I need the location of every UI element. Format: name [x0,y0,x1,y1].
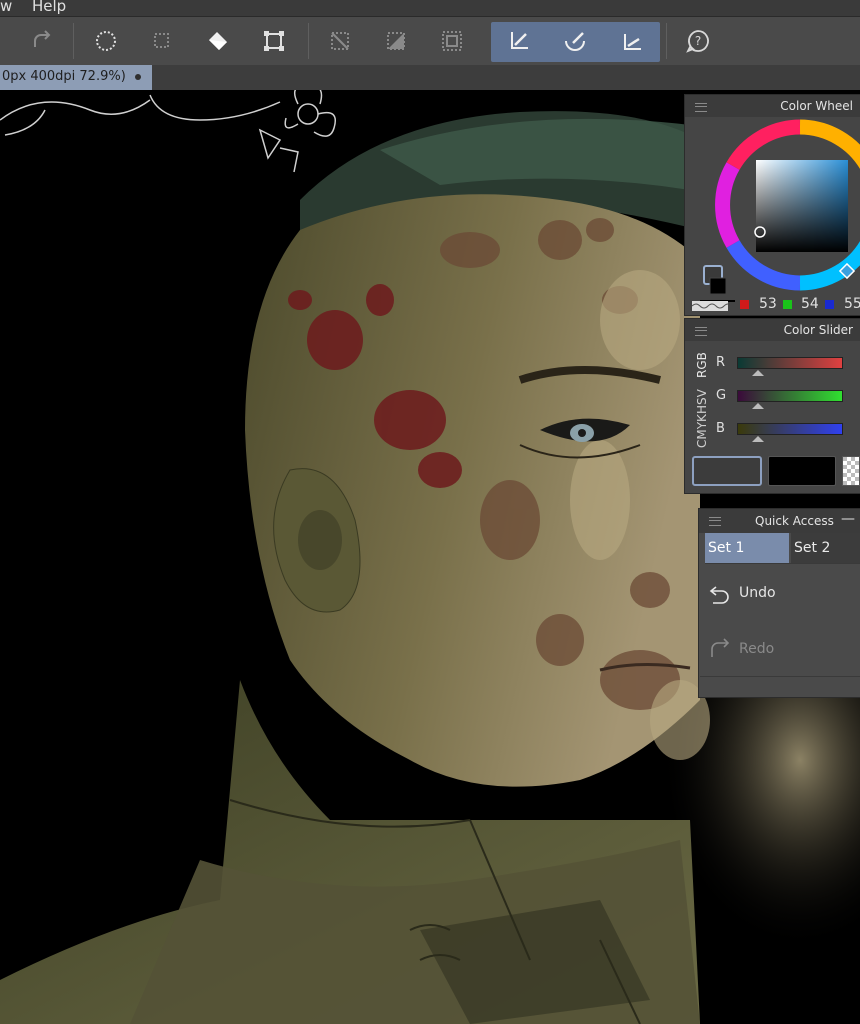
command-toolbar: ? [0,16,860,66]
quick-access-header[interactable]: Quick Access — [699,509,860,533]
green-indicator [783,300,792,309]
red-value[interactable]: 53 [759,296,777,312]
slider-b[interactable] [737,423,843,435]
eraser-tool-icon [624,34,641,50]
slider-label-r: R [716,355,726,370]
brush-tool-button[interactable] [555,22,595,60]
quick-access-title: Quick Access [755,514,834,528]
brush-tool-icon [565,32,585,51]
transparent-color-chip[interactable] [842,456,860,486]
transparent-swatch-icon[interactable] [692,301,728,311]
transform-button[interactable] [254,22,294,60]
pen-tool-button[interactable] [499,22,539,60]
slider-g-handle[interactable] [752,403,764,409]
undo-label: Undo [739,585,776,601]
help-icon: ? [686,30,709,53]
blue-value[interactable]: 55 [844,296,860,312]
color-slider-title: Color Slider [783,323,853,337]
main-color-chip[interactable] [692,456,762,486]
marquee-select-button[interactable] [142,22,182,60]
green-value[interactable]: 54 [801,296,819,312]
slider-g[interactable] [737,390,843,402]
document-tab[interactable]: 0px 400dpi 72.9%) [0,65,152,90]
menu-item-help[interactable]: Help [32,0,66,14]
color-wheel[interactable] [700,112,860,302]
deselect-button[interactable] [320,22,360,60]
selection-marquee-icon [154,33,169,48]
redo-button[interactable] [22,22,62,60]
sub-color-chip[interactable] [768,456,836,486]
menu-item-window[interactable]: w [0,0,12,14]
color-slider-header[interactable]: Color Slider [685,319,860,341]
lasso-select-button[interactable] [86,22,126,60]
frame-border-icon [442,31,462,51]
svg-text:?: ? [695,34,701,48]
panel-grip-icon [709,517,721,526]
eraser-tool-button[interactable] [612,22,652,60]
red-indicator [740,300,749,309]
tab-rgb[interactable]: RGB [695,352,709,378]
minimize-button[interactable]: — [841,507,855,531]
document-tab-label: 0px 400dpi 72.9%) [2,69,126,84]
transform-icon [264,31,284,51]
deselect-icon [331,32,349,50]
fill-button[interactable] [198,22,238,60]
selection-lasso-icon [96,31,116,51]
gradient-button[interactable] [376,22,416,60]
tab-cmyk[interactable]: CMYK [695,414,709,448]
document-tab-bar: 0px 400dpi 72.9%) [0,65,860,90]
redo-label: Redo [739,641,775,657]
redo-icon [34,30,51,47]
tab-set-2[interactable]: Set 2 [791,533,860,563]
sub-color-swatch[interactable] [709,277,727,295]
undo-icon [709,586,729,604]
slider-label-b: B [716,421,725,436]
menu-bar: w Help [0,0,860,16]
tab-hsv[interactable]: HSV [695,389,709,414]
pen-tool-icon [511,32,528,49]
redo-icon [711,638,730,657]
help-button[interactable]: ? [678,22,718,60]
gradient-icon [387,32,405,50]
slider-b-handle[interactable] [752,436,764,442]
tab-set-1[interactable]: Set 1 [705,533,789,563]
frame-border-button[interactable] [432,22,472,60]
slider-label-g: G [716,388,727,403]
fill-icon [209,32,227,50]
blue-indicator [825,300,834,309]
slider-r-handle[interactable] [752,370,764,376]
unsaved-dot-icon [135,74,141,80]
slider-r[interactable] [737,357,843,369]
